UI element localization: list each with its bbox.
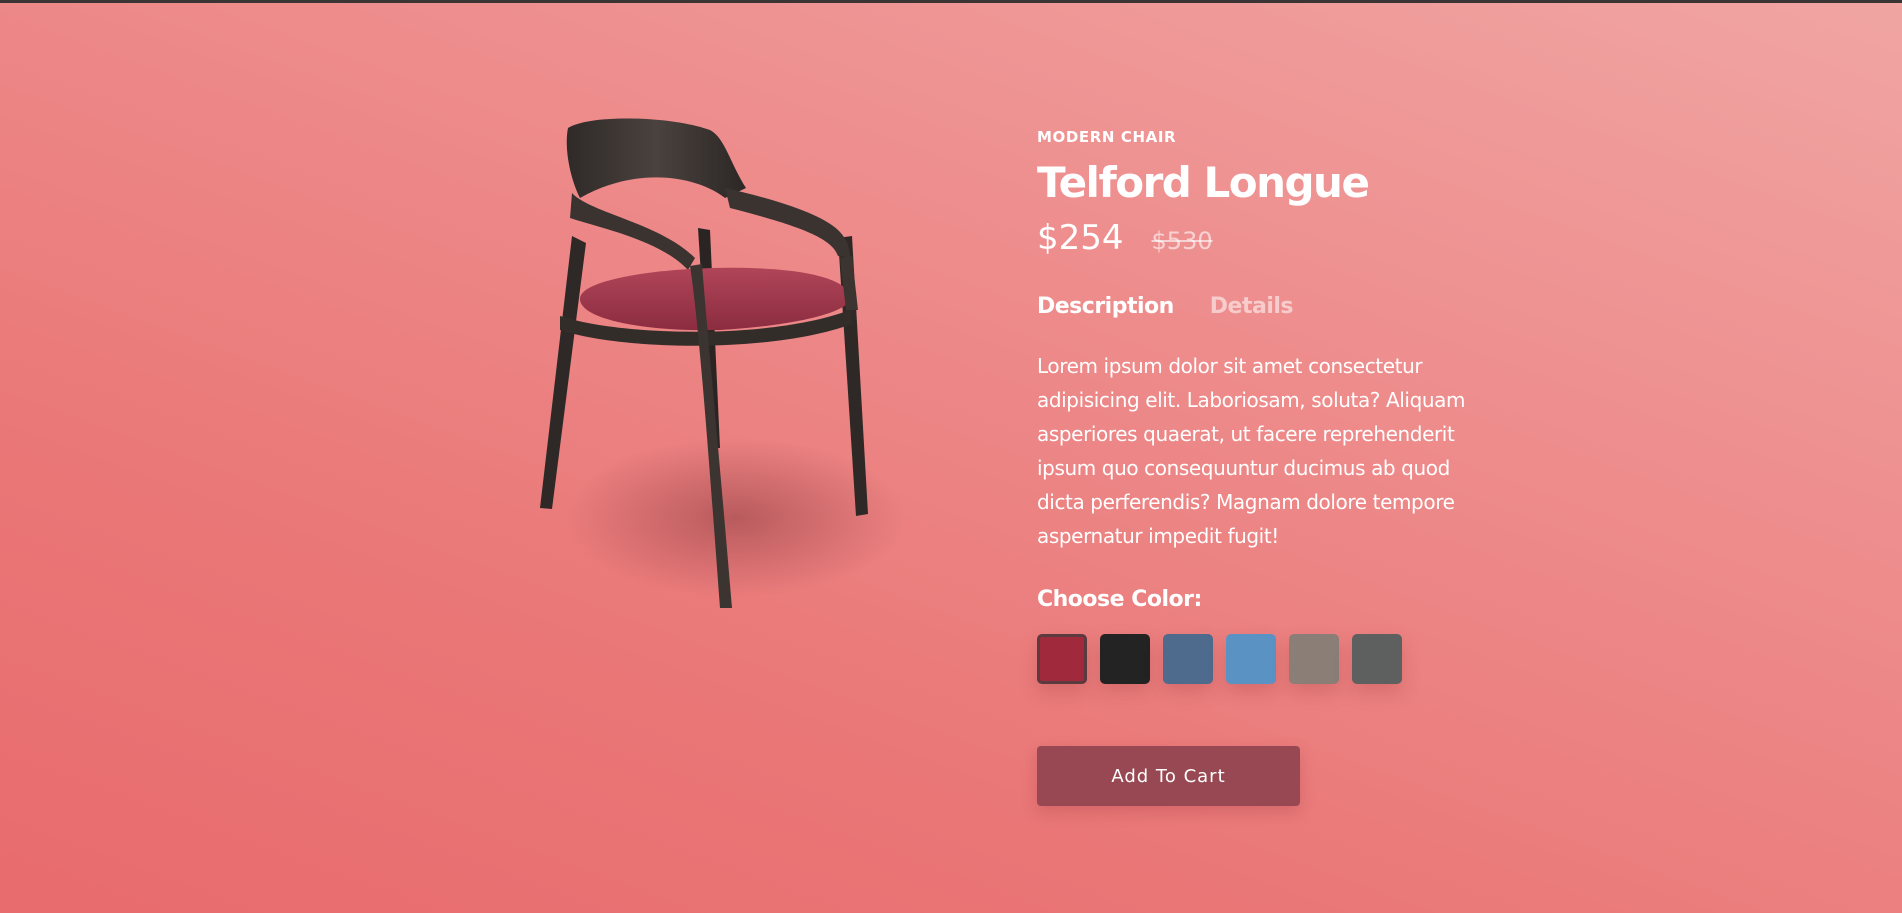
- color-swatch-gray[interactable]: [1352, 634, 1402, 685]
- product-info-panel: MODERN CHAIR Telford Longue $254 $530 De…: [1037, 128, 1497, 807]
- product-category: MODERN CHAIR: [1037, 128, 1177, 146]
- color-swatch-light-blue[interactable]: [1226, 634, 1276, 685]
- chair-armrest-right: [725, 188, 850, 258]
- price-row: $254 $530: [1037, 218, 1497, 258]
- product-description: Lorem ipsum dolor sit amet consectetur a…: [1037, 354, 1466, 549]
- chair-armrest-left: [570, 193, 695, 270]
- chair-seat: [579, 267, 850, 331]
- info-tabs: Description Details: [1037, 294, 1497, 319]
- current-price: $254: [1037, 218, 1124, 259]
- product-title: Telford Longue: [1037, 158, 1370, 207]
- chair-back-leg-left: [540, 236, 586, 509]
- window-top-border: [0, 0, 1902, 3]
- color-swatch-denim[interactable]: [1163, 634, 1213, 685]
- add-to-cart-button[interactable]: Add To Cart: [1037, 746, 1300, 807]
- chair-backrest: [566, 118, 746, 198]
- color-swatch-taupe[interactable]: [1289, 634, 1339, 685]
- color-swatches: [1037, 634, 1497, 685]
- color-swatch-black[interactable]: [1100, 634, 1150, 685]
- tab-description[interactable]: Description: [1037, 294, 1174, 319]
- tab-details[interactable]: Details: [1210, 294, 1294, 319]
- chair-product-image: [540, 118, 905, 608]
- original-price: $530: [1151, 227, 1213, 256]
- color-swatch-red[interactable]: [1037, 634, 1087, 685]
- color-picker-label: Choose Color:: [1037, 587, 1202, 613]
